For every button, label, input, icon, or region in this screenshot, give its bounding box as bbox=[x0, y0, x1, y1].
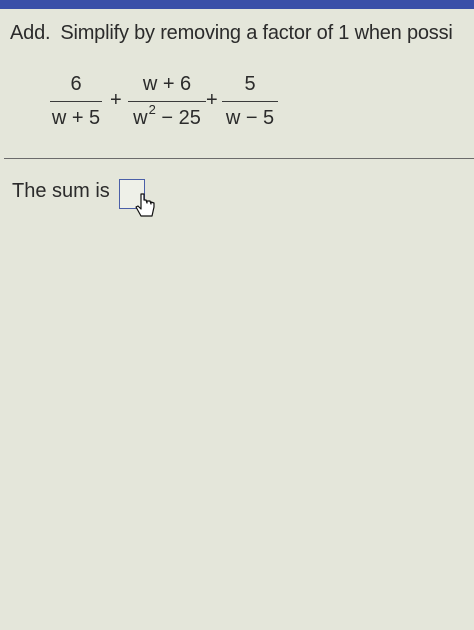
fraction-2-numerator: w + 6 bbox=[142, 73, 192, 95]
fraction-term-2: w + 6 w2 − 25 bbox=[128, 72, 206, 132]
instruction-verb: Add. bbox=[10, 22, 51, 44]
fraction-1-denominator: w + 5 bbox=[51, 107, 101, 129]
fraction-2-denominator-base: w bbox=[133, 107, 148, 129]
fraction-1-numerator: 6 bbox=[70, 73, 82, 95]
fraction-2-denominator: w2 − 25 bbox=[128, 102, 206, 132]
instruction-text: Add. Simplify by removing a factor of 1 w… bbox=[10, 22, 453, 45]
fraction-3-numerator: 5 bbox=[244, 73, 256, 95]
sum-label: The sum is bbox=[12, 180, 110, 202]
section-divider bbox=[4, 158, 474, 159]
fraction-2-bar bbox=[128, 101, 206, 102]
plus-operator-1: + bbox=[110, 89, 122, 111]
fraction-3-bar bbox=[222, 101, 278, 102]
fraction-term-1: 6 w + 5 bbox=[50, 72, 102, 130]
fraction-2-exponent: 2 bbox=[148, 102, 156, 117]
fraction-term-3: 5 w − 5 bbox=[222, 72, 278, 130]
top-accent-bar bbox=[0, 0, 474, 9]
fraction-3-denominator: w − 5 bbox=[225, 107, 275, 129]
hand-pointer-icon bbox=[135, 193, 155, 217]
plus-operator-2: + bbox=[206, 89, 218, 111]
fraction-1-bar bbox=[50, 101, 102, 102]
instruction-body: Simplify by removing a factor of 1 when … bbox=[60, 22, 453, 44]
fraction-2-denominator-rest: − 25 bbox=[155, 107, 201, 129]
